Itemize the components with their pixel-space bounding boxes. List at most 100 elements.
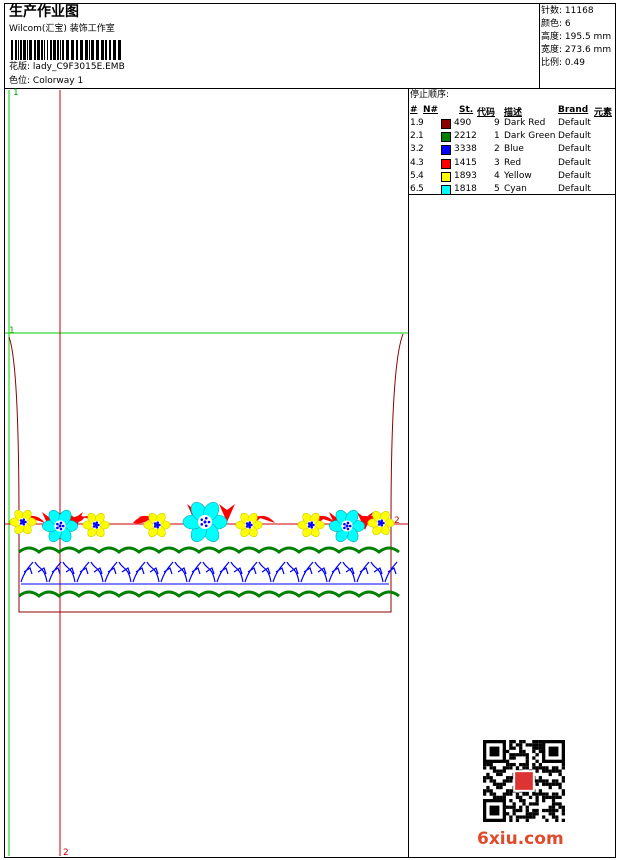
qr-module [538, 789, 543, 793]
watermark: 6xiu.com [477, 829, 564, 849]
marker-green-mid: 1 [9, 326, 15, 336]
qr-module [532, 756, 536, 760]
qr-module [502, 769, 506, 773]
qr-module [519, 795, 523, 800]
qr-module [522, 766, 526, 770]
qr-module [525, 815, 529, 819]
qr-module [505, 792, 510, 796]
qr-module [548, 795, 552, 800]
qr-module [515, 743, 520, 747]
qr-module [528, 815, 533, 819]
embroidery-flower [297, 512, 325, 538]
qr-module [535, 759, 539, 763]
qr-module [522, 753, 526, 757]
qr-module [522, 740, 526, 744]
qr-module [489, 776, 493, 780]
qr-module [551, 815, 556, 819]
qr-module [561, 808, 565, 813]
qr-module [512, 808, 516, 813]
qr-module [535, 740, 539, 744]
qr-module [551, 792, 556, 796]
qr-module [548, 785, 552, 790]
qr-module [519, 799, 523, 803]
qr-module [551, 795, 556, 800]
flower-dot [379, 521, 383, 525]
qr-module [489, 779, 493, 783]
qr-module [483, 762, 487, 767]
qr-module [505, 776, 510, 780]
qr-module [525, 818, 529, 822]
qr-code-icon [483, 740, 565, 822]
qr-module [522, 749, 526, 754]
qr-module [505, 762, 510, 767]
qr-module [535, 779, 539, 783]
qr-module [538, 766, 543, 770]
qr-module [509, 805, 513, 809]
qr-module [558, 795, 562, 800]
qr-module [551, 812, 556, 816]
qr-module [551, 766, 556, 770]
qr-module [499, 782, 503, 786]
qr-module [489, 762, 493, 767]
qr-module [509, 779, 513, 783]
qr-module [512, 802, 516, 806]
qr-module [561, 776, 565, 780]
qr-module [486, 772, 490, 777]
marker-red-bottom: 2 [63, 848, 69, 858]
qr-module [545, 808, 549, 813]
flower-dot [58, 524, 62, 528]
qr-module [492, 766, 497, 770]
qr-module [542, 815, 546, 819]
qr-module [555, 802, 559, 806]
qr-module [535, 743, 539, 747]
qr-module [558, 782, 562, 786]
flower-dot [203, 520, 207, 524]
qr-module [532, 746, 536, 750]
qr-module [502, 766, 506, 770]
qr-module [483, 779, 487, 783]
qr-module [558, 785, 562, 790]
qr-module [509, 789, 513, 793]
qr-module [542, 769, 546, 773]
qr-module [535, 792, 539, 796]
qr-module [509, 756, 513, 760]
qr-module [522, 762, 526, 767]
qr-module [528, 802, 533, 806]
qr-finder-core [489, 805, 500, 816]
qr-module [551, 802, 556, 806]
qr-finder-core [489, 746, 500, 757]
qr-module [483, 792, 487, 796]
qr-module [558, 802, 562, 806]
qr-module [489, 792, 493, 796]
qr-module [551, 779, 556, 783]
qr-module [486, 762, 490, 767]
qr-module [499, 769, 503, 773]
qr-module [483, 766, 487, 770]
flower-dot [56, 522, 59, 526]
qr-module [545, 818, 549, 822]
qr-module [525, 762, 529, 767]
qr-module [545, 792, 549, 796]
qr-module [535, 812, 539, 816]
qr-module [545, 779, 549, 783]
qr-module [509, 743, 513, 747]
qr-module [532, 802, 536, 806]
qr-module [528, 743, 533, 747]
qr-module [551, 769, 556, 773]
qr-module [509, 799, 513, 803]
flower-dot [204, 516, 208, 520]
qr-module [519, 740, 523, 744]
qr-module [542, 766, 546, 770]
worksheet: 生产作业图 Wilcom(汇宝) 装饰工作室 花版: lady_C9F3015E… [4, 3, 616, 858]
qr-module [532, 740, 536, 744]
qr-module [561, 766, 565, 770]
qr-module [538, 762, 543, 767]
qr-module [532, 743, 536, 747]
qr-module [555, 792, 559, 796]
qr-module [505, 779, 510, 783]
qr-module [492, 792, 497, 796]
embroidery-flower [235, 512, 263, 538]
qr-module [519, 805, 523, 809]
flower-dot [204, 524, 208, 528]
qr-module [551, 808, 556, 813]
